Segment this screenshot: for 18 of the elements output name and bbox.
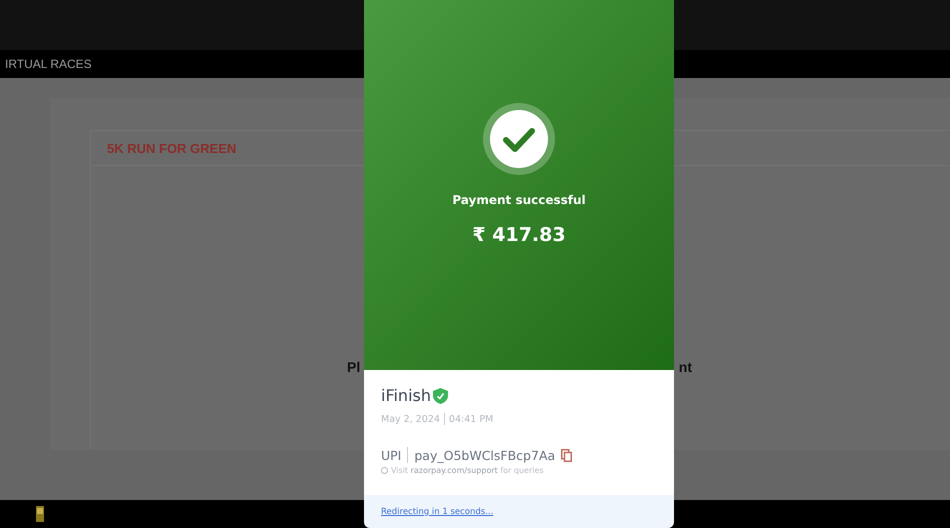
- amount-text: ₹ 417.83: [472, 224, 566, 246]
- status-text: Payment successful: [452, 193, 586, 207]
- info-icon: [381, 467, 388, 474]
- success-check-icon: [483, 103, 555, 175]
- redirect-link[interactable]: Redirecting in 1 seconds...: [381, 506, 494, 516]
- nav-link[interactable]: IRTUAL RACES: [5, 57, 92, 71]
- message-text: Pl: [347, 359, 360, 375]
- copy-icon[interactable]: [561, 448, 572, 462]
- message-text: nt: [678, 359, 692, 375]
- support-link[interactable]: razorpay.com/support: [410, 466, 498, 475]
- logo-icon: [36, 506, 44, 522]
- merchant-name: iFinish: [381, 386, 431, 405]
- time-text: 04:41 PM: [448, 414, 494, 424]
- support-text: Visit razorpay.com/support for queries: [391, 466, 544, 475]
- payment-id-text: pay_O5bWClsFBcp7Aa: [414, 448, 556, 462]
- race-title: 5K RUN FOR GREEN: [107, 140, 236, 156]
- payment-method-text: UPI: [381, 448, 402, 462]
- date-text: May 2, 2024: [381, 414, 440, 424]
